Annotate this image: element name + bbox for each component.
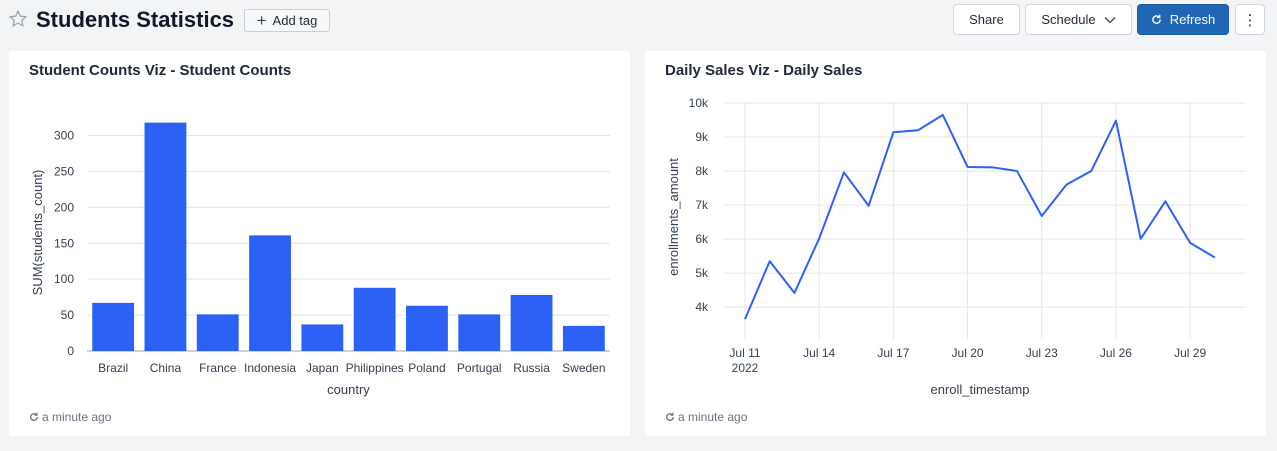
x-tick-label: Jul 23 bbox=[1026, 346, 1058, 360]
x-tick-label: Jul 26 bbox=[1100, 346, 1132, 360]
share-label: Share bbox=[969, 12, 1004, 27]
daily-sales-card: Daily Sales Viz - Daily Sales 4k 5k 6k 7k 8k… bbox=[645, 51, 1266, 436]
x-tick-label: Russia bbox=[513, 361, 550, 375]
y-tick-label: 300 bbox=[54, 129, 74, 143]
card-footer: a minute ago bbox=[665, 410, 747, 424]
y-tick-label: 10k bbox=[689, 96, 709, 110]
dashboard-header: Students Statistics + Add tag Share Sche… bbox=[0, 0, 1277, 42]
kebab-menu-icon: ⋮ bbox=[1242, 11, 1258, 29]
card-footer: a minute ago bbox=[29, 410, 111, 424]
add-tag-label: Add tag bbox=[272, 13, 318, 28]
add-tag-button[interactable]: + Add tag bbox=[244, 9, 330, 32]
x-tick-label: Jul 11 bbox=[729, 346, 760, 360]
x-tick-year-label: 2022 bbox=[732, 361, 759, 375]
y-tick-label: 150 bbox=[54, 236, 74, 250]
y-axis-title: enrollments_amount bbox=[666, 158, 681, 276]
x-tick-label: Portugal bbox=[457, 361, 502, 375]
bar bbox=[249, 235, 291, 351]
refresh-icon bbox=[1151, 14, 1161, 24]
last-updated-text: a minute ago bbox=[678, 410, 748, 424]
x-tick-label: Sweden bbox=[562, 361, 605, 375]
y-tick-label: 8k bbox=[695, 164, 709, 178]
schedule-button[interactable]: Schedule bbox=[1025, 4, 1132, 35]
y-axis-title: SUM(students_count) bbox=[30, 170, 45, 296]
bar bbox=[458, 314, 501, 351]
y-tick-label: 6k bbox=[695, 232, 709, 246]
x-tick-label: Philippines bbox=[346, 361, 404, 375]
x-tick-label: France bbox=[199, 361, 237, 375]
student-counts-card: Student Counts Viz - Student Counts 0 50 1… bbox=[9, 51, 630, 436]
y-tick-label: 5k bbox=[695, 266, 709, 280]
x-tick-label: China bbox=[150, 361, 182, 375]
x-tick-label: Jul 20 bbox=[952, 346, 984, 360]
x-tick-label: Jul 29 bbox=[1174, 346, 1206, 360]
refresh-label: Refresh bbox=[1169, 12, 1216, 27]
x-tick-label: Japan bbox=[306, 361, 339, 375]
bar bbox=[144, 122, 187, 351]
refresh-icon bbox=[666, 412, 674, 421]
y-tick-label: 250 bbox=[54, 164, 74, 178]
x-tick-label: Brazil bbox=[98, 361, 128, 375]
daily-sales-line-chart: 4k 5k 6k 7k 8k 9k 10k Jul 11 Jul 14 Jul 17 Jul 20 J… bbox=[666, 96, 1246, 397]
chevron-down-icon bbox=[1104, 16, 1116, 23]
page-title: Students Statistics bbox=[36, 7, 235, 32]
y-tick-label: 100 bbox=[54, 272, 74, 286]
y-tick-label: 7k bbox=[695, 198, 709, 212]
x-tick-label: Jul 17 bbox=[877, 346, 909, 360]
bar bbox=[196, 314, 239, 351]
x-tick-label: Jul 14 bbox=[803, 346, 835, 360]
x-tick-label: Indonesia bbox=[244, 361, 296, 375]
bar bbox=[353, 287, 396, 351]
x-tick-label: Poland bbox=[408, 361, 445, 375]
bar bbox=[301, 324, 344, 351]
last-updated-text: a minute ago bbox=[42, 410, 112, 424]
bar bbox=[510, 294, 553, 351]
schedule-label: Schedule bbox=[1041, 12, 1096, 27]
refresh-icon bbox=[30, 412, 38, 421]
y-tick-label: 200 bbox=[54, 200, 74, 214]
y-tick-label: 9k bbox=[695, 130, 709, 144]
y-tick-label: 0 bbox=[67, 344, 74, 358]
y-tick-label: 50 bbox=[61, 308, 75, 322]
series-line bbox=[744, 113, 1216, 320]
refresh-button[interactable]: Refresh bbox=[1137, 4, 1229, 35]
favorite-star-icon[interactable] bbox=[8, 9, 28, 29]
x-axis-title: country bbox=[327, 382, 370, 397]
x-axis-title: enroll_timestamp bbox=[931, 382, 1030, 397]
plus-icon: + bbox=[256, 11, 267, 30]
bar bbox=[562, 325, 605, 351]
bar bbox=[92, 302, 135, 351]
y-tick-label: 4k bbox=[695, 300, 709, 314]
bar bbox=[406, 305, 448, 351]
more-options-button[interactable]: ⋮ bbox=[1235, 4, 1265, 35]
student-counts-bar-chart: 0 50 100 150 200 250 300 Brazil China France Indon… bbox=[30, 122, 610, 397]
share-button[interactable]: Share bbox=[953, 4, 1020, 35]
